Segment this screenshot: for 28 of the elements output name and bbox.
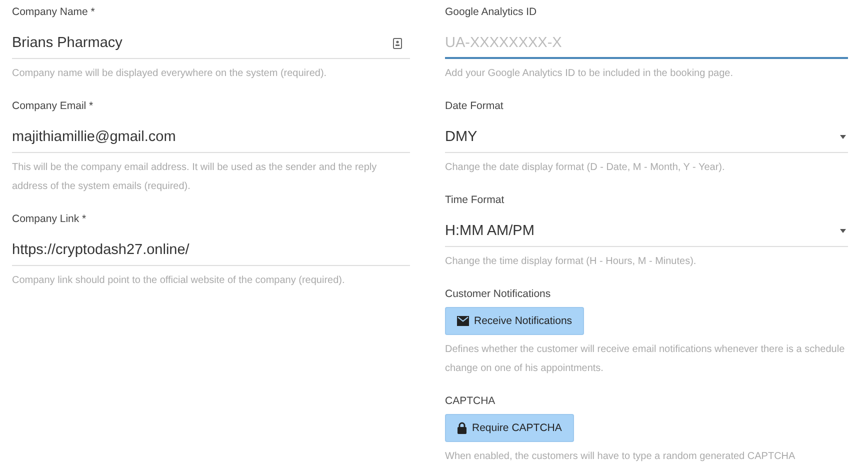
field-label: Company Email *	[12, 99, 94, 113]
contact-card-icon[interactable]	[393, 38, 402, 48]
field-label: Customer Notifications	[445, 287, 552, 301]
caret-icon	[840, 135, 846, 139]
help-text: When enabled, the customers will have to type a random generated CAPTCHA	[445, 450, 796, 464]
lock-icon	[457, 422, 467, 434]
help-text: This will be the company email address. It will be used as the sender and the reply address of the system emails (required).	[12, 161, 378, 194]
help-text: Defines whether the customer will receive email notifications whenever there is a schedule change on one of his appointments.	[445, 343, 846, 376]
field-label: Time Format	[445, 193, 506, 207]
field-label: Company Name *	[12, 5, 96, 19]
caret-icon	[840, 229, 846, 233]
help-text: Company link should point to the official website of the company (required).	[12, 274, 346, 288]
field-label: Date Format	[445, 99, 504, 113]
input-field[interactable]: Brians Pharmacy	[12, 28, 410, 59]
input-field[interactable]: majithiamillie@gmail.com	[12, 122, 410, 153]
help-text: Change the date display format (D - Date, M - Month, Y - Year).	[445, 161, 726, 175]
input-field[interactable]: https://cryptodash27.online/	[12, 235, 410, 266]
toggle-button[interactable]: Receive Notifications	[445, 307, 584, 335]
select-field[interactable]: H:MM AM/PM	[445, 216, 848, 247]
envelope-icon	[457, 316, 469, 326]
help-text: Add your Google Analytics ID to be included in the booking page.	[445, 67, 734, 81]
help-text: Company name will be displayed everywhere on the system (required).	[12, 67, 328, 81]
help-text: Change the time display format (H - Hours, M - Minutes).	[445, 255, 698, 269]
toggle-button[interactable]: Require CAPTCHA	[445, 414, 574, 442]
field-label: Company Link *	[12, 212, 88, 226]
field-label: CAPTCHA	[445, 394, 496, 408]
field-label: Google Analytics ID	[445, 5, 538, 19]
select-field[interactable]: DMY	[445, 122, 848, 153]
